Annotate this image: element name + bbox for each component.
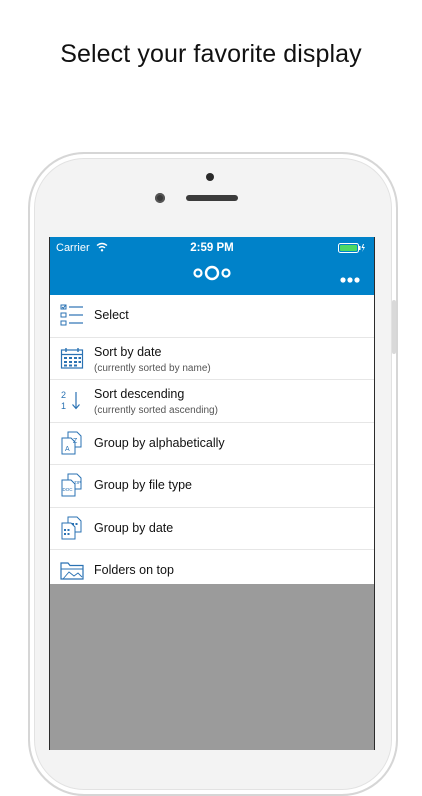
display-options-menu: Select Sort by date (currently sorted by — [50, 295, 374, 592]
proximity-sensor — [155, 193, 165, 203]
earpiece-speaker — [186, 195, 238, 201]
svg-text:Z: Z — [73, 438, 78, 445]
phone-screen: Carrier 2:59 PM Select Sort by date (cur… — [49, 237, 375, 750]
nextcloud-logo-icon — [193, 265, 231, 286]
svg-text:DOC: DOC — [63, 487, 74, 492]
dimmed-background[interactable] — [50, 584, 374, 750]
headline: Select your favorite display — [60, 40, 362, 68]
menu-item-sort-descending[interactable]: 2 1 Sort descending (currently sorted as… — [50, 380, 374, 423]
menu-item-label: Select — [94, 308, 129, 322]
svg-text:2: 2 — [61, 390, 66, 400]
svg-text:ZIP: ZIP — [74, 480, 81, 485]
more-horizontal-icon[interactable] — [340, 270, 360, 288]
menu-item-group-date[interactable]: Group by date — [50, 508, 374, 550]
menu-item-label: Sort by date — [94, 344, 162, 359]
menu-item-sort-by-date[interactable]: Sort by date (currently sorted by name) — [50, 338, 374, 380]
calendar-files-icon — [60, 516, 84, 540]
checklist-icon — [60, 303, 84, 327]
svg-text:1: 1 — [61, 401, 66, 411]
folder-icon — [60, 558, 84, 582]
navigation-bar: Carrier 2:59 PM — [50, 237, 374, 295]
menu-item-label: Group by alphabetically — [94, 435, 225, 450]
alphabet-files-icon: A Z — [60, 431, 84, 455]
battery-icon — [338, 243, 366, 256]
menu-item-group-file-type[interactable]: DOC ZIP Group by file type — [50, 465, 374, 508]
menu-item-select[interactable]: Select — [50, 295, 374, 338]
menu-item-label: Group by file type — [94, 478, 192, 492]
status-bar: Carrier 2:59 PM — [50, 240, 374, 256]
menu-item-label: Folders on top — [94, 563, 174, 577]
front-camera — [206, 173, 214, 181]
menu-item-label: Group by date — [94, 520, 174, 535]
sort-descending-icon: 2 1 — [60, 388, 84, 412]
calendar-icon — [60, 346, 84, 370]
side-button — [392, 300, 396, 354]
menu-item-group-alphabetically[interactable]: A Z Group by alphabetically — [50, 423, 374, 465]
menu-item-subtitle: (currently sorted ascending) — [94, 405, 218, 416]
svg-text:A: A — [65, 446, 70, 453]
file-type-icon: DOC ZIP — [60, 473, 84, 497]
status-time: 2:59 PM — [190, 242, 234, 254]
menu-item-label: Sort descending — [94, 387, 185, 401]
menu-item-subtitle: (currently sorted by name) — [94, 362, 211, 374]
